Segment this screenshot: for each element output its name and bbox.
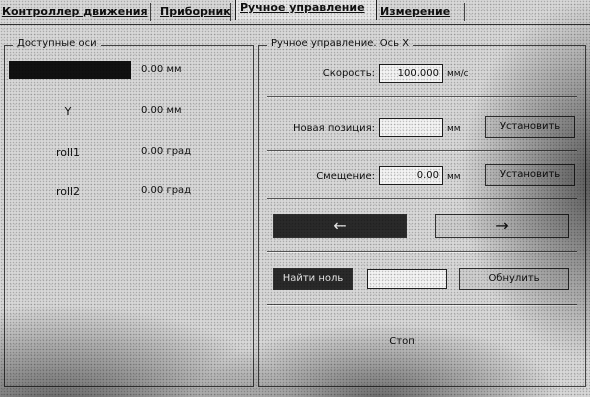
offset-field[interactable]: 0.00 — [379, 166, 443, 185]
axis-value: 0.00 мм — [141, 105, 182, 116]
tab-measurement[interactable]: Измерение — [380, 3, 465, 21]
divider — [267, 251, 577, 253]
axis-name[interactable]: roll2 — [5, 185, 131, 198]
manual-control-group: Ручное управление. Ось X Скорость: 100.0… — [258, 38, 586, 387]
speed-label: Скорость: — [322, 68, 375, 79]
set-offset-button[interactable]: Установить — [485, 164, 575, 186]
find-zero-field[interactable] — [367, 269, 447, 289]
arrow-left-icon: ← — [333, 216, 347, 235]
tab-instrument[interactable]: Приборник — [160, 3, 231, 21]
offset-label: Смещение: — [316, 171, 375, 182]
divider — [267, 198, 577, 200]
arrow-right-icon: → — [495, 216, 509, 235]
tab-manual-control[interactable]: Ручное управление — [235, 0, 377, 20]
axis-row-y[interactable]: Y 0.00 мм — [5, 101, 245, 121]
set-position-button[interactable]: Установить — [485, 116, 575, 138]
jog-right-button[interactable]: → — [435, 214, 569, 238]
new-position-unit: мм — [447, 124, 461, 134]
speed-field[interactable]: 100.000 — [379, 64, 443, 83]
axis-name[interactable]: X — [9, 61, 131, 79]
stop-button[interactable]: Стоп — [357, 332, 447, 354]
divider — [267, 150, 577, 152]
new-position-label: Новая позиция: — [292, 123, 375, 134]
reset-zero-button[interactable]: Обнулить — [459, 268, 569, 290]
axis-row-roll1[interactable]: roll1 0.00 град — [5, 142, 245, 162]
axes-group-title: Доступные оси — [13, 38, 101, 49]
divider — [267, 96, 577, 98]
axes-group: Доступные оси X 0.00 мм Y 0.00 мм roll1 … — [4, 38, 254, 387]
axis-row-roll2[interactable]: roll2 0.00 град — [5, 181, 245, 201]
axis-name[interactable]: Y — [5, 105, 131, 118]
divider — [267, 304, 577, 306]
axis-name[interactable]: roll1 — [5, 146, 131, 159]
tab-bar: Контроллер движения Приборник Ручное упр… — [0, 0, 590, 25]
axis-row-x[interactable]: X 0.00 мм — [5, 60, 245, 80]
axis-value: 0.00 град — [141, 185, 192, 196]
offset-unit: мм — [447, 172, 461, 182]
new-position-field[interactable] — [379, 118, 443, 137]
manual-group-title: Ручное управление. Ось X — [267, 38, 414, 49]
jog-left-button[interactable]: ← — [273, 214, 407, 238]
speed-unit: мм/с — [447, 69, 469, 79]
tab-motion-controller[interactable]: Контроллер движения — [2, 3, 151, 21]
axis-value: 0.00 мм — [141, 64, 182, 75]
find-zero-button[interactable]: Найти ноль — [273, 268, 353, 290]
axis-value: 0.00 град — [141, 146, 192, 157]
